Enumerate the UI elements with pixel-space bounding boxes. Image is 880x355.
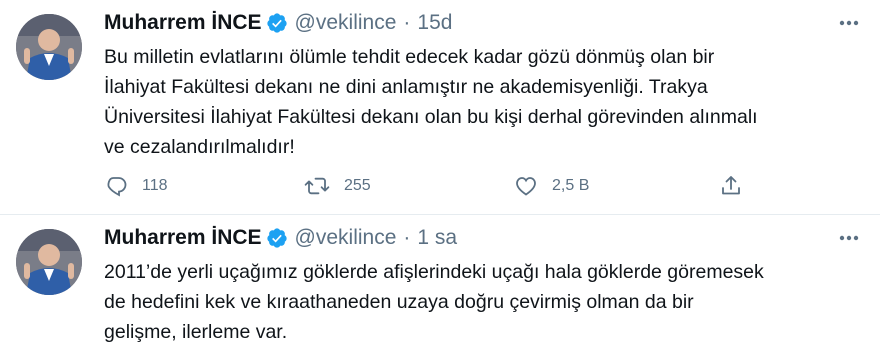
more-options-icon[interactable]: [838, 229, 860, 247]
reply-button[interactable]: 118: [104, 172, 168, 200]
separator-dot: ·: [403, 11, 411, 34]
like-count: 2,5 B: [552, 177, 590, 194]
author-name[interactable]: Muharrem İNCE: [104, 226, 262, 250]
like-button[interactable]: 2,5 B: [514, 172, 589, 200]
reply-icon: [107, 177, 127, 197]
tweet-actions: 118 255 2,5 B: [104, 172, 754, 200]
author-handle[interactable]: @vekilince: [295, 226, 397, 250]
timestamp[interactable]: 15d: [417, 11, 452, 35]
avatar[interactable]: [16, 229, 82, 295]
reply-count: 118: [142, 177, 168, 194]
retweet-button[interactable]: 255: [304, 172, 371, 200]
tweet-text: Bu milletin evlatlarını ölümle tehdit ed…: [104, 46, 758, 158]
tweet-header: Muharrem İNCE @vekilince · 1 sa: [104, 225, 457, 251]
tweet-header: Muharrem İNCE @vekilince · 15d: [104, 10, 452, 36]
verified-badge-icon: [266, 227, 288, 249]
verified-badge-icon: [266, 12, 288, 34]
author-handle[interactable]: @vekilince: [295, 11, 397, 35]
author-name[interactable]: Muharrem İNCE: [104, 11, 262, 35]
tweet[interactable]: Muharrem İNCE @vekilince · 1 sa 2011’de …: [0, 215, 880, 355]
timestamp[interactable]: 1 sa: [417, 226, 457, 250]
share-icon: [722, 176, 740, 195]
tweet[interactable]: Muharrem İNCE @vekilince · 15d Bu millet…: [0, 0, 880, 215]
retweet-icon: [304, 177, 330, 195]
like-heart-icon: [516, 177, 536, 196]
retweet-count: 255: [344, 177, 371, 194]
share-button[interactable]: [719, 172, 757, 200]
separator-dot: ·: [403, 226, 411, 249]
more-options-icon[interactable]: [838, 14, 860, 32]
avatar[interactable]: [16, 14, 82, 80]
tweet-text: 2011’de yerli uçağımız göklerde afişleri…: [104, 261, 764, 343]
